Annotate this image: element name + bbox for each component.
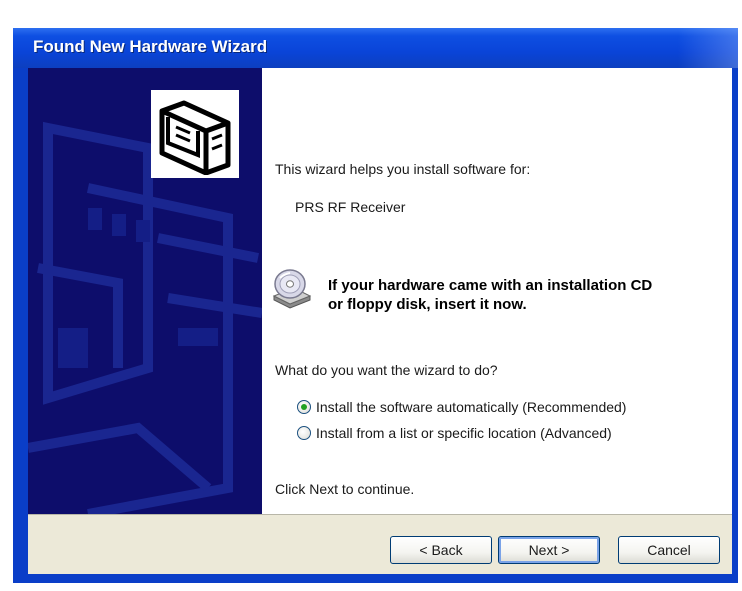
option-install-from-list[interactable]: Install from a list or specific location…	[297, 423, 612, 443]
radio-button-unselected[interactable]	[297, 426, 311, 440]
continue-hint: Click Next to continue.	[275, 481, 415, 497]
hardware-card-icon	[151, 90, 239, 178]
intro-text: This wizard helps you install software f…	[275, 161, 531, 177]
title-bar[interactable]: Found New Hardware Wizard	[13, 28, 738, 68]
cd-drive-icon	[270, 266, 314, 310]
wizard-content: This wizard helps you install software f…	[262, 68, 732, 514]
wizard-client-area: This wizard helps you install software f…	[28, 68, 732, 574]
back-button[interactable]: < Back	[390, 536, 492, 564]
device-name: PRS RF Receiver	[295, 199, 406, 215]
insert-media-line1: If your hardware came with an installati…	[328, 277, 653, 294]
option-label: Install from a list or specific location…	[316, 425, 612, 441]
question-text: What do you want the wizard to do?	[275, 362, 498, 378]
insert-media-message: If your hardware came with an installati…	[328, 276, 652, 314]
next-button[interactable]: Next >	[498, 536, 600, 564]
window-title: Found New Hardware Wizard	[33, 37, 268, 56]
insert-media-line2: or floppy disk, insert it now.	[328, 296, 527, 313]
option-install-automatically[interactable]: Install the software automatically (Reco…	[297, 397, 626, 417]
button-bar: < Back Next > Cancel	[28, 514, 732, 574]
radio-button-selected[interactable]	[297, 400, 311, 414]
wizard-side-graphic	[28, 68, 262, 514]
cancel-button[interactable]: Cancel	[618, 536, 720, 564]
option-label: Install the software automatically (Reco…	[316, 399, 627, 415]
